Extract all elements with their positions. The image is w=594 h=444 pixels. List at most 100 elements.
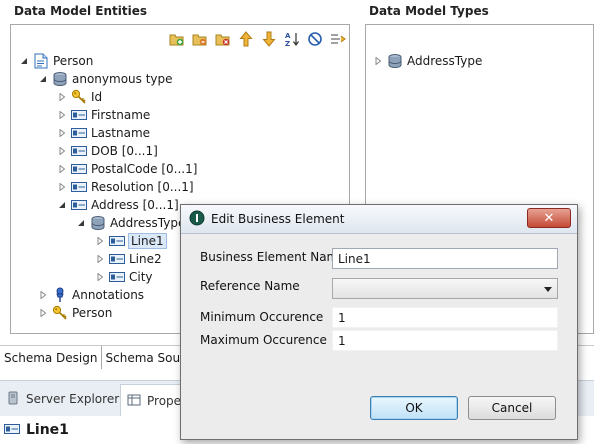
- tree-item-postalcode[interactable]: PostalCode [0...1]: [56, 160, 197, 178]
- expanded-arrow-icon[interactable]: [18, 55, 30, 67]
- document-icon: [32, 53, 50, 69]
- element-icon: [4, 423, 20, 437]
- properties-icon: [127, 393, 141, 410]
- element-icon: [108, 269, 126, 285]
- collapsed-arrow-icon[interactable]: [94, 271, 106, 283]
- svg-text:A: A: [285, 32, 291, 40]
- tab-server-explorer[interactable]: Server Explorer: [6, 388, 119, 410]
- tree-item-line1[interactable]: Line1: [94, 232, 167, 250]
- server-icon: [6, 391, 20, 408]
- tree-item-line2[interactable]: Line2: [94, 250, 162, 268]
- collapsed-arrow-icon[interactable]: [56, 163, 68, 175]
- minimum-occurence-field[interactable]: 1: [332, 307, 558, 328]
- add-entity-icon[interactable]: [167, 30, 186, 49]
- element-icon: [70, 143, 88, 159]
- cancel-button[interactable]: Cancel: [468, 396, 556, 420]
- close-button[interactable]: ✕: [527, 208, 571, 228]
- tree-item-label: Firstname: [91, 108, 151, 122]
- expanded-arrow-icon[interactable]: [75, 217, 87, 229]
- type-item-addresstype[interactable]: AddressType: [372, 52, 482, 70]
- element-icon: [70, 125, 88, 141]
- close-icon: ✕: [543, 210, 555, 226]
- entities-toolbar: AZ: [167, 28, 347, 50]
- tree-item-label: Lastname: [91, 126, 151, 140]
- dialog-title-bar: Edit Business Element ✕: [181, 205, 577, 234]
- move-down-icon[interactable]: [259, 30, 278, 49]
- tree-item-label: Resolution [0...1]: [91, 180, 194, 194]
- tree-item-label: AddressType: [110, 216, 186, 230]
- tree-item-label: PostalCode [0...1]: [91, 162, 198, 176]
- element-icon: [70, 179, 88, 195]
- data-model-entities-title: Data Model Entities: [14, 4, 147, 18]
- key-icon: [70, 89, 88, 105]
- tree-item-label: Annotations: [72, 288, 145, 302]
- collapsed-arrow-icon[interactable]: [56, 91, 68, 103]
- ok-button[interactable]: OK: [370, 396, 458, 420]
- app-logo-icon: [189, 210, 205, 229]
- pin-icon: [51, 287, 69, 303]
- tree-item-annotations[interactable]: Annotations: [37, 286, 144, 304]
- tab-schema-design[interactable]: Schema Design: [0, 346, 102, 369]
- tree-item-label: City: [129, 270, 153, 284]
- tree-item-label: DOB [0...1]: [91, 144, 158, 158]
- collapsed-arrow-icon[interactable]: [56, 145, 68, 157]
- type-stack-icon: [386, 53, 404, 69]
- move-up-icon[interactable]: [236, 30, 255, 49]
- tree-item-addresstype[interactable]: AddressType: [75, 214, 185, 232]
- server-explorer-label: Server Explorer: [26, 392, 120, 406]
- collapsed-arrow-icon[interactable]: [56, 127, 68, 139]
- collapsed-arrow-icon[interactable]: [372, 55, 384, 67]
- type-stack-icon: [89, 215, 107, 231]
- tree-item-person[interactable]: Person: [37, 304, 112, 322]
- element-icon: [108, 233, 126, 249]
- tree-item-address[interactable]: Address [0...1]: [56, 196, 179, 214]
- tree-item-label: anonymous type: [72, 72, 173, 86]
- minimum-occurence-value: 1: [338, 310, 346, 325]
- collapsed-arrow-icon[interactable]: [94, 235, 106, 247]
- tree-item-label: Id: [91, 90, 103, 104]
- status-label: Line1: [26, 422, 69, 438]
- key-icon: [51, 305, 69, 321]
- collapsed-arrow-icon[interactable]: [37, 307, 49, 319]
- tree-item-label: Line1: [128, 233, 167, 249]
- tree-item-city[interactable]: City: [94, 268, 153, 286]
- expand-collapse-icon[interactable]: [328, 30, 347, 49]
- tree-item-label: Line2: [129, 252, 162, 266]
- tree-item-label: AddressType: [407, 54, 483, 68]
- tree-item-person[interactable]: Person: [18, 52, 93, 70]
- collapsed-arrow-icon[interactable]: [94, 253, 106, 265]
- element-icon: [70, 197, 88, 213]
- svg-text:Z: Z: [285, 40, 290, 47]
- add-type-icon[interactable]: [190, 30, 209, 49]
- maximum-occurence-value: 1: [338, 333, 346, 348]
- expanded-arrow-icon[interactable]: [37, 73, 49, 85]
- business-element-name-field[interactable]: Line1: [332, 248, 558, 269]
- reference-name-select[interactable]: [332, 278, 558, 299]
- expanded-arrow-icon[interactable]: [56, 199, 68, 211]
- tree-item-resolution[interactable]: Resolution [0...1]: [56, 178, 194, 196]
- dialog-title: Edit Business Element: [211, 212, 345, 226]
- reference-name-label: Reference Name: [200, 279, 300, 293]
- hide-icon[interactable]: [305, 30, 324, 49]
- tree-item-lastname[interactable]: Lastname: [56, 124, 150, 142]
- maximum-occurence-field[interactable]: 1: [332, 330, 558, 351]
- collapsed-arrow-icon[interactable]: [37, 289, 49, 301]
- properties-label: Prope: [147, 394, 182, 408]
- maximum-occurence-label: Maximum Occurence: [200, 333, 327, 347]
- type-stack-icon: [51, 71, 69, 87]
- tree-item-label: Person: [53, 54, 94, 68]
- edit-business-element-dialog: Edit Business Element ✕ Business Element…: [180, 204, 578, 440]
- data-model-types-title: Data Model Types: [369, 4, 489, 18]
- tree-item-dob[interactable]: DOB [0...1]: [56, 142, 158, 160]
- collapsed-arrow-icon[interactable]: [56, 181, 68, 193]
- tree-item-id[interactable]: Id: [56, 88, 102, 106]
- collapsed-arrow-icon[interactable]: [56, 109, 68, 121]
- chevron-down-icon: [543, 283, 553, 295]
- remove-icon[interactable]: [213, 30, 232, 49]
- tree-item-label: Person: [72, 306, 113, 320]
- sort-az-icon[interactable]: AZ: [282, 30, 301, 49]
- element-icon: [70, 161, 88, 177]
- business-element-name-label: Business Element Name: [200, 250, 346, 264]
- tree-item-firstname[interactable]: Firstname: [56, 106, 150, 124]
- tree-item-anonymous-type[interactable]: anonymous type: [37, 70, 173, 88]
